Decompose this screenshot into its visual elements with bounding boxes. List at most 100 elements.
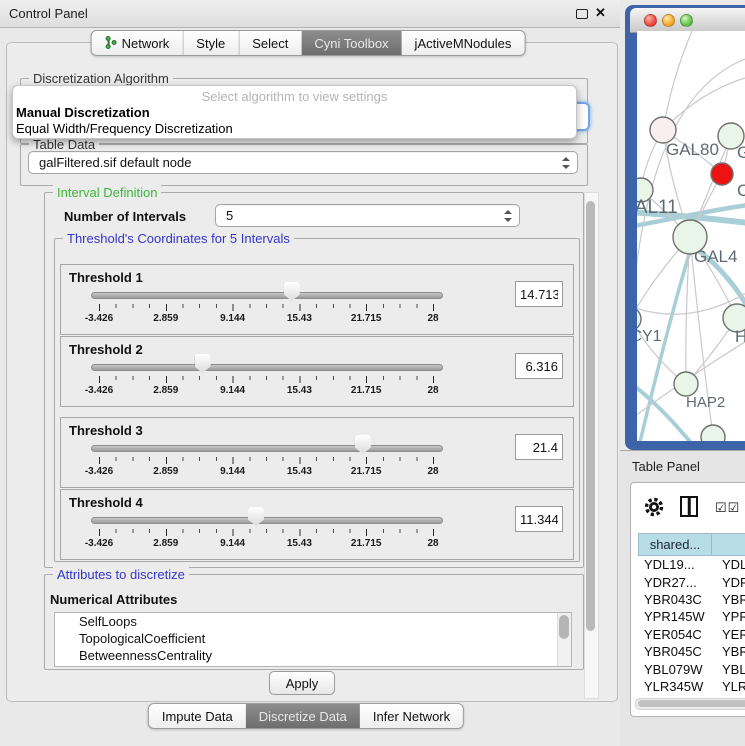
number-of-intervals-value: 5 bbox=[226, 208, 233, 223]
cyni-mode-tabbar: Impute Data Discretize Data Infer Networ… bbox=[148, 703, 464, 729]
tab-jactivemnodules-label: jActiveMNodules bbox=[415, 36, 512, 51]
close-icon[interactable]: ✕ bbox=[595, 5, 606, 21]
combo-spinner-icon bbox=[562, 157, 570, 169]
tab-impute-data-label: Impute Data bbox=[162, 709, 233, 724]
threshold-2-box: Threshold 2 -3.426 2.859 9.144 15.43 21.… bbox=[60, 336, 574, 407]
tab-jactivemnodules[interactable]: jActiveMNodules bbox=[402, 31, 525, 55]
columns-icon[interactable] bbox=[680, 496, 698, 517]
numerical-attributes-heading: Numerical Attributes bbox=[50, 592, 177, 607]
threshold-2-value-field[interactable] bbox=[515, 353, 563, 379]
slider-tick-labels: -3.426 2.859 9.144 15.43 21.715 28 bbox=[99, 466, 433, 478]
tab-network[interactable]: Network bbox=[92, 31, 183, 55]
control-panel-titlebar: Control Panel ✕ bbox=[0, 0, 620, 28]
algorithm-popup-hint: Select algorithm to view settings bbox=[13, 89, 576, 104]
slider-tick-labels: -3.426 2.859 9.144 15.43 21.715 28 bbox=[99, 385, 433, 397]
column-header-name[interactable]: na bbox=[712, 533, 745, 556]
tab-style-label: Style bbox=[196, 36, 225, 51]
close-traffic-light-icon[interactable] bbox=[644, 14, 657, 27]
table-row[interactable]: YBR045CYBR0 bbox=[638, 643, 745, 660]
table-row[interactable]: YPR145WYPR1 bbox=[638, 608, 745, 625]
node-label-gal4: GAL4 bbox=[694, 247, 737, 266]
select-columns-checkbox-icons[interactable]: ☑☑ bbox=[715, 500, 740, 516]
algorithm-popup: Select algorithm to view settings Manual… bbox=[12, 85, 577, 139]
table-panel-title: Table Panel bbox=[632, 459, 700, 474]
algorithm-option-manual[interactable]: Manual Discretization bbox=[16, 105, 150, 120]
network-canvas[interactable]: GAL80 GAL11 GAL4 GCY1 HAP2 G. C H bbox=[637, 31, 745, 441]
tab-infer-network[interactable]: Infer Network bbox=[360, 704, 463, 728]
column-header-shared-name[interactable]: shared... bbox=[638, 533, 712, 556]
node-label-partial-c: C bbox=[737, 181, 745, 200]
slider-track[interactable] bbox=[91, 364, 443, 371]
slider-major-ticks bbox=[99, 376, 434, 383]
zoom-traffic-light-icon[interactable] bbox=[680, 14, 693, 27]
network-view-window[interactable]: GAL80 GAL11 GAL4 GCY1 HAP2 G. C H bbox=[625, 5, 745, 450]
slider-track[interactable] bbox=[91, 517, 443, 524]
list-scrollbar[interactable] bbox=[557, 613, 571, 666]
control-panel-title: Control Panel bbox=[9, 6, 88, 21]
table-data-value: galFiltered.sif default node bbox=[39, 155, 191, 170]
node-label-gal80: GAL80 bbox=[666, 140, 719, 159]
threshold-4-slider[interactable]: -3.426 2.859 9.144 15.43 21.715 28 bbox=[91, 490, 441, 559]
table-data-combobox[interactable]: galFiltered.sif default node bbox=[28, 151, 578, 174]
node-table: shared... na YDL19...YDL1 YDR27...YDR2 Y… bbox=[638, 533, 745, 713]
settings-gear-icon[interactable] bbox=[643, 496, 665, 523]
list-scrollbar-thumb[interactable] bbox=[559, 615, 569, 639]
tab-style[interactable]: Style bbox=[182, 31, 238, 55]
panel-scrollbar[interactable] bbox=[584, 192, 599, 699]
threshold-4-box: Threshold 4 -3.426 2.859 9.144 15.43 21.… bbox=[60, 489, 574, 560]
list-item[interactable]: BetweennessCentrality bbox=[55, 647, 571, 664]
node-label-partial-g: G. bbox=[737, 143, 745, 162]
node-partial-bottom[interactable] bbox=[701, 425, 725, 441]
interval-definition-group-label: Interval Definition bbox=[53, 185, 161, 200]
number-of-intervals-label: Number of Intervals bbox=[64, 209, 186, 224]
tab-discretize-data[interactable]: Discretize Data bbox=[246, 704, 360, 728]
discretization-algorithm-group-label: Discretization Algorithm bbox=[29, 71, 173, 86]
apply-button[interactable]: Apply bbox=[269, 671, 335, 695]
threshold-1-slider[interactable]: -3.426 2.859 9.144 15.43 21.715 28 bbox=[91, 265, 441, 334]
threshold-3-box: Threshold 3 -3.426 2.859 9.144 15.43 21.… bbox=[60, 417, 574, 488]
threshold-4-value-field[interactable] bbox=[515, 506, 563, 532]
table-row[interactable]: YDR27...YDR2 bbox=[638, 573, 745, 590]
slider-tick-labels: -3.426 2.859 9.144 15.43 21.715 28 bbox=[99, 538, 433, 550]
tab-cyni-toolbox[interactable]: Cyni Toolbox bbox=[301, 31, 401, 55]
number-of-intervals-combobox[interactable]: 5 bbox=[215, 204, 520, 227]
table-row[interactable]: YBL079WYBL0 bbox=[638, 660, 745, 677]
table-row[interactable]: YBR043CYBR0 bbox=[638, 591, 745, 608]
node-label-gal11: GAL11 bbox=[637, 197, 678, 218]
tab-discretize-data-label: Discretize Data bbox=[259, 709, 347, 724]
network-window-titlebar[interactable] bbox=[630, 8, 745, 33]
table-data-group-label: Table Data bbox=[29, 137, 99, 152]
slider-track[interactable] bbox=[91, 445, 443, 452]
tab-select[interactable]: Select bbox=[238, 31, 301, 55]
tab-cyni-toolbox-label: Cyni Toolbox bbox=[314, 36, 388, 51]
node-hap2[interactable] bbox=[674, 372, 698, 396]
threshold-3-value-field[interactable] bbox=[515, 434, 563, 460]
float-window-icon[interactable] bbox=[576, 9, 588, 19]
threshold-3-slider[interactable]: -3.426 2.859 9.144 15.43 21.715 28 bbox=[91, 418, 441, 487]
combo-spinner-icon bbox=[504, 210, 512, 222]
slider-major-ticks bbox=[99, 304, 434, 311]
node-red-selected[interactable] bbox=[711, 163, 733, 185]
numerical-attributes-list[interactable]: SelfLoops TopologicalCoefficient Between… bbox=[54, 612, 572, 667]
list-item[interactable]: SelfLoops bbox=[55, 613, 571, 630]
slider-major-ticks bbox=[99, 529, 434, 536]
algorithm-option-equal-width[interactable]: Equal Width/Frequency Discretization bbox=[16, 121, 233, 136]
attributes-group-label: Attributes to discretize bbox=[53, 567, 189, 582]
tab-infer-network-label: Infer Network bbox=[373, 709, 450, 724]
table-row[interactable]: YER054CYER0 bbox=[638, 626, 745, 643]
threshold-1-box: Threshold 1 -3.426 2.859 9.144 15.43 21.… bbox=[60, 264, 574, 335]
tab-impute-data[interactable]: Impute Data bbox=[149, 704, 246, 728]
tab-network-label: Network bbox=[122, 36, 170, 51]
slider-major-ticks bbox=[99, 457, 434, 464]
threshold-1-value-field[interactable] bbox=[515, 281, 563, 307]
threshold-2-slider[interactable]: -3.426 2.859 9.144 15.43 21.715 28 bbox=[91, 337, 441, 406]
table-horizontal-scrollbar[interactable] bbox=[635, 698, 745, 710]
panel-scrollbar-thumb[interactable] bbox=[586, 201, 595, 631]
slider-track[interactable] bbox=[91, 292, 443, 299]
minimize-traffic-light-icon[interactable] bbox=[662, 14, 675, 27]
table-row[interactable]: YLR345WYLR3 bbox=[638, 678, 745, 695]
list-item[interactable]: TopologicalCoefficient bbox=[55, 630, 571, 647]
table-horizontal-scrollbar-thumb[interactable] bbox=[638, 700, 745, 707]
slider-tick-labels: -3.426 2.859 9.144 15.43 21.715 28 bbox=[99, 313, 433, 325]
table-row[interactable]: YDL19...YDL1 bbox=[638, 556, 745, 573]
